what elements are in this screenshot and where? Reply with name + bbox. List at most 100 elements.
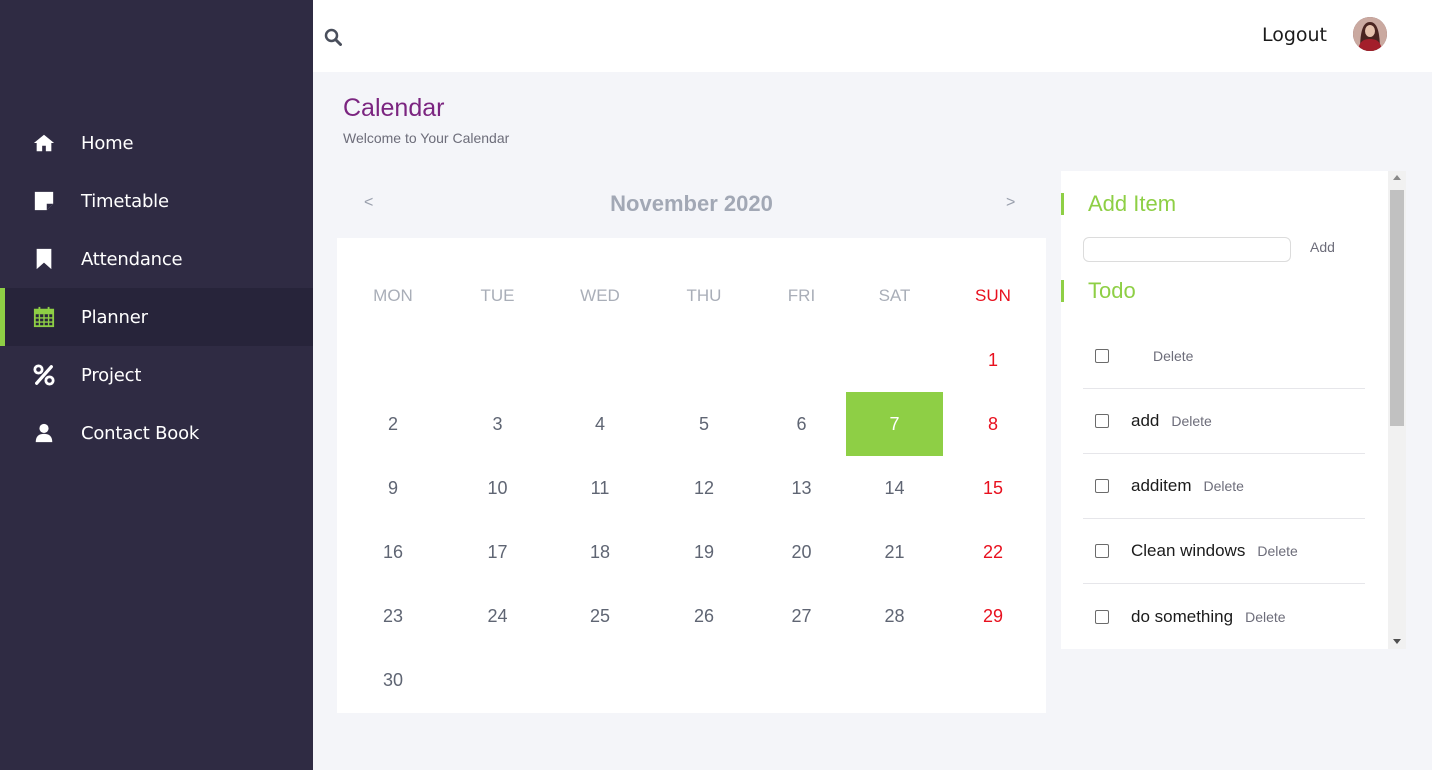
sidebar-nav: Home Timetable Attendance Planner Projec… [0, 114, 313, 462]
page-title: Calendar [343, 94, 445, 122]
sidebar-item-home[interactable]: Home [0, 114, 313, 172]
todo-checkbox[interactable] [1095, 544, 1109, 558]
calendar-day[interactable]: 19 [651, 520, 757, 584]
logout-button[interactable]: Logout [1262, 24, 1327, 46]
home-icon [32, 131, 56, 155]
calendar-day[interactable]: 23 [340, 584, 446, 648]
todo-text: Clean windows [1131, 541, 1246, 560]
calendar-day [943, 648, 1043, 712]
calendar-day[interactable]: 17 [446, 520, 549, 584]
list-item: add Delete [1083, 389, 1365, 454]
calendar-day[interactable]: 27 [757, 584, 846, 648]
sidebar-item-planner[interactable]: Planner [0, 288, 313, 346]
calendar-day [651, 328, 757, 392]
calendar-day [549, 328, 651, 392]
calendar-day [651, 648, 757, 712]
todo-text: do something [1131, 606, 1234, 626]
scroll-up-arrow-icon[interactable] [1393, 175, 1401, 180]
calendar-day [446, 648, 549, 712]
list-item: Delete [1083, 324, 1365, 389]
calendar-month-title: November 2020 [610, 191, 773, 216]
calendar-day[interactable]: 12 [651, 456, 757, 520]
calendar-day[interactable]: 26 [651, 584, 757, 648]
calendar-day[interactable]: 24 [446, 584, 549, 648]
calendar-week: 9 10 11 12 13 14 15 [340, 456, 1047, 520]
calendar-day[interactable]: 1 [943, 328, 1043, 392]
scrollbar[interactable] [1388, 171, 1406, 649]
calendar-week: 16 17 18 19 20 21 22 [340, 520, 1047, 584]
sidebar-item-label: Attendance [81, 248, 183, 270]
calendar-day[interactable]: 13 [757, 456, 846, 520]
delete-button[interactable]: Delete [1257, 543, 1297, 559]
list-item: Clean windows Delete [1083, 519, 1365, 584]
sidebar-item-contact-book[interactable]: Contact Book [0, 404, 313, 462]
calendar-day[interactable]: 14 [846, 456, 943, 520]
todo-text: additem [1131, 476, 1192, 495]
search-icon[interactable] [324, 28, 342, 46]
calendar-day[interactable]: 8 [943, 392, 1043, 456]
list-item: additem Delete [1083, 454, 1365, 519]
calendar-day[interactable]: 10 [446, 456, 549, 520]
calendar-day[interactable]: 11 [549, 456, 651, 520]
calendar-day[interactable]: 29 [943, 584, 1043, 648]
todo-list: Delete add Delete additem Delete Clean w… [1083, 324, 1365, 649]
todo-checkbox[interactable] [1095, 479, 1109, 493]
todo-checkbox[interactable] [1095, 414, 1109, 428]
todo-panel: Add Item Add Todo Delete add Delete addi… [1061, 171, 1388, 649]
calendar-day[interactable]: 5 [651, 392, 757, 456]
top-bar: Logout [313, 0, 1432, 72]
calendar-day[interactable]: 9 [340, 456, 446, 520]
calendar-week: 2 3 4 5 6 7 8 [340, 392, 1047, 456]
calendar-day [446, 328, 549, 392]
delete-button[interactable]: Delete [1171, 413, 1211, 429]
weekday-label: SUN [975, 286, 1011, 305]
calendar-week: 23 24 25 26 27 28 29 [340, 584, 1047, 648]
avatar[interactable] [1353, 17, 1387, 51]
add-item-input[interactable] [1083, 237, 1291, 262]
calendar-day[interactable]: 3 [446, 392, 549, 456]
calendar-day [340, 328, 446, 392]
sidebar-item-project[interactable]: Project [0, 346, 313, 404]
calendar-day [846, 328, 943, 392]
calendar-day[interactable]: 18 [549, 520, 651, 584]
calendar-day[interactable]: 15 [943, 456, 1043, 520]
calendar-day[interactable]: 6 [757, 392, 846, 456]
sidebar-item-label: Timetable [81, 190, 169, 212]
todo-title: Todo [1061, 280, 1136, 302]
delete-button[interactable]: Delete [1203, 478, 1243, 494]
sidebar-item-label: Project [81, 364, 142, 386]
sidebar-item-timetable[interactable]: Timetable [0, 172, 313, 230]
calendar-day-today[interactable]: 7 [846, 392, 943, 456]
calendar-day[interactable]: 16 [340, 520, 446, 584]
scroll-thumb[interactable] [1390, 190, 1404, 426]
percent-icon [32, 363, 56, 387]
todo-checkbox[interactable] [1095, 609, 1109, 624]
next-month-button[interactable]: > [1006, 194, 1015, 212]
weekday-label: THU [686, 286, 722, 305]
user-icon [32, 421, 56, 445]
calendar-day[interactable]: 2 [340, 392, 446, 456]
page-subtitle: Welcome to Your Calendar [343, 130, 510, 146]
add-item-title: Add Item [1061, 193, 1176, 215]
sidebar-item-attendance[interactable]: Attendance [0, 230, 313, 288]
calendar-day[interactable]: 22 [943, 520, 1043, 584]
calendar-day[interactable]: 21 [846, 520, 943, 584]
weekday-label: TUE [480, 286, 515, 305]
calendar-day[interactable]: 4 [549, 392, 651, 456]
sidebar: Home Timetable Attendance Planner Projec… [0, 0, 313, 770]
calendar-day[interactable]: 20 [757, 520, 846, 584]
calendar-day[interactable]: 30 [340, 648, 446, 712]
weekday-label: FRI [787, 286, 816, 305]
delete-button[interactable]: Delete [1153, 348, 1193, 364]
add-button[interactable]: Add [1310, 239, 1335, 255]
calendar-day [549, 648, 651, 712]
calendar-day[interactable]: 28 [846, 584, 943, 648]
todo-checkbox[interactable] [1095, 349, 1109, 363]
scroll-down-arrow-icon[interactable] [1393, 639, 1401, 644]
calendar-icon [32, 305, 56, 329]
delete-button[interactable]: Delete [1245, 609, 1285, 625]
list-item: do something Delete [1083, 584, 1365, 649]
calendar-day[interactable]: 25 [549, 584, 651, 648]
weekday-label: SAT [878, 286, 911, 305]
sidebar-item-label: Planner [81, 306, 148, 328]
